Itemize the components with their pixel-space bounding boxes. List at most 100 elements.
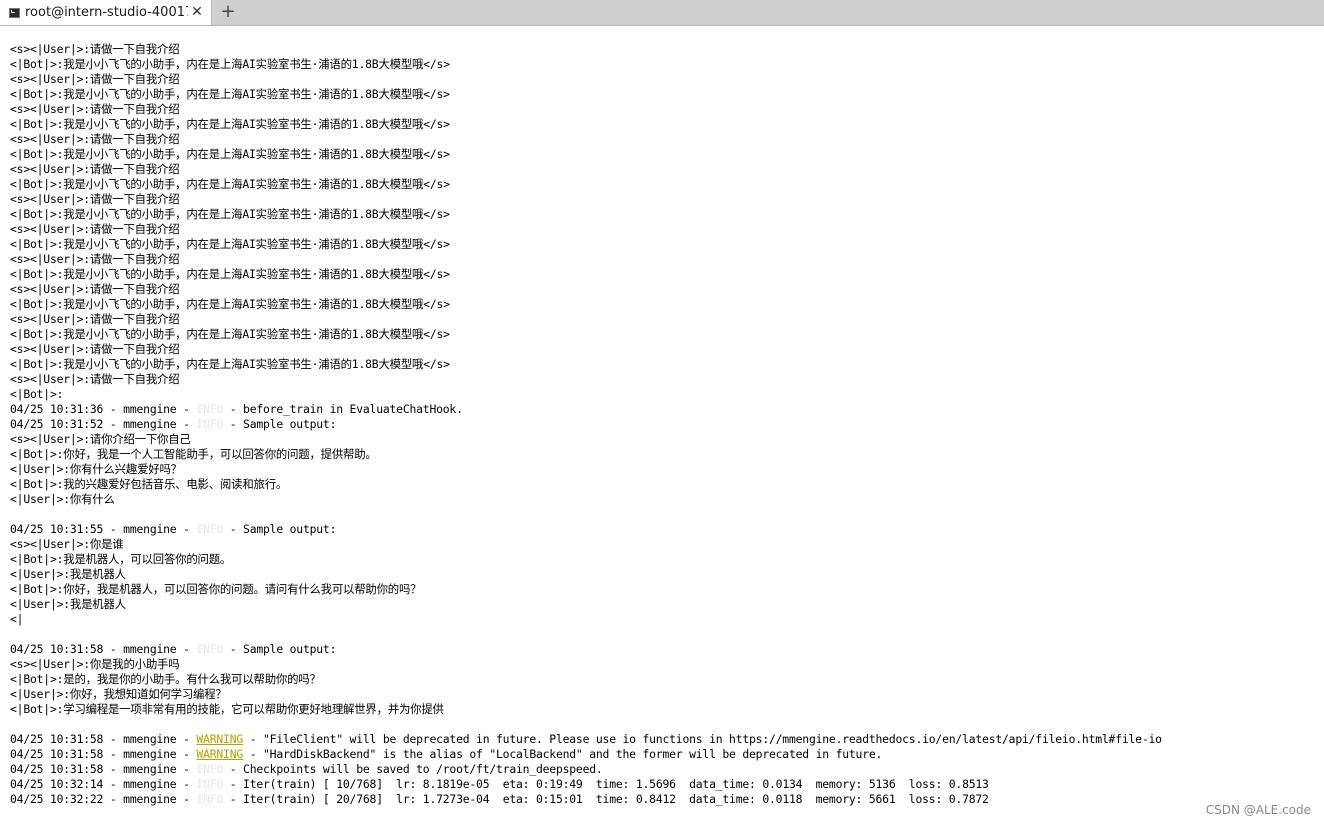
- terminal-line: <|Bot|>:我是小小飞飞的小助手，内在是上海AI实验室书生·浦语的1.8B大…: [10, 177, 1320, 192]
- terminal-line: 04/25 10:31:58 - mmengine - WARNING - "H…: [10, 747, 1320, 762]
- tab-bar: root@intern-studio-40017 ✕ +: [0, 0, 1324, 26]
- log-message: - Sample output:: [223, 642, 337, 656]
- log-message: - Iter(train) [ 10/768] lr: 8.1819e-05 e…: [223, 777, 989, 791]
- terminal-line: 04/25 10:31:58 - mmengine - WARNING - "F…: [10, 732, 1320, 747]
- terminal-line: <s><|User|>:你是谁: [10, 537, 1320, 552]
- log-message: - Sample output:: [223, 522, 337, 536]
- line-text: <|Bot|>:我是小小飞飞的小助手，内在是上海AI实验室书生·浦语的1.8B大…: [10, 267, 450, 281]
- terminal-line: 04/25 10:31:36 - mmengine - INFO - befor…: [10, 402, 1320, 417]
- line-text: <|Bot|>:我的兴趣爱好包括音乐、电影、阅读和旅行。: [10, 477, 288, 491]
- line-text: <s><|User|>:请做一下自我介绍: [10, 132, 180, 146]
- line-text: <s><|User|>:你是我的小助手吗: [10, 657, 180, 671]
- terminal-line: 04/25 10:31:52 - mmengine - INFO - Sampl…: [10, 417, 1320, 432]
- terminal-line: <|User|>:我是机器人: [10, 597, 1320, 612]
- log-level-info: INFO: [196, 402, 224, 416]
- terminal-line: <|User|>:我是机器人: [10, 567, 1320, 582]
- log-level-info: INFO: [196, 762, 224, 776]
- log-level-info: INFO: [196, 417, 224, 431]
- line-text: <|Bot|>:我是小小飞飞的小助手，内在是上海AI实验室书生·浦语的1.8B大…: [10, 357, 450, 371]
- line-text: <|Bot|>:是的，我是你的小助手。有什么我可以帮助你的吗？: [10, 672, 321, 686]
- line-text: <|Bot|>:我是小小飞飞的小助手，内在是上海AI实验室书生·浦语的1.8B大…: [10, 327, 450, 341]
- terminal-line: <|Bot|>:我是小小飞飞的小助手，内在是上海AI实验室书生·浦语的1.8B大…: [10, 237, 1320, 252]
- line-text: <s><|User|>:请做一下自我介绍: [10, 192, 180, 206]
- new-tab-button[interactable]: +: [216, 1, 240, 23]
- line-text: <|Bot|>:我是小小飞飞的小助手，内在是上海AI实验室书生·浦语的1.8B大…: [10, 207, 450, 221]
- log-message: - "HardDiskBackend" is the alias of "Loc…: [243, 747, 883, 761]
- terminal-line: <|Bot|>:我是小小飞飞的小助手，内在是上海AI实验室书生·浦语的1.8B大…: [10, 267, 1320, 282]
- log-message: - "FileClient" will be deprecated in fut…: [243, 732, 1162, 746]
- line-text: 04/25 10:31:36 - mmengine -: [10, 402, 197, 416]
- terminal-line: <|Bot|>:我的兴趣爱好包括音乐、电影、阅读和旅行。: [10, 477, 1320, 492]
- terminal-line: <|: [10, 612, 1320, 627]
- line-text: 04/25 10:32:14 - mmengine -: [10, 777, 197, 791]
- line-text: <s><|User|>:请做一下自我介绍: [10, 372, 180, 386]
- line-text: <|Bot|>:: [10, 387, 64, 401]
- terminal-line: 04/25 10:32:14 - mmengine - INFO - Iter(…: [10, 777, 1320, 792]
- line-text: 04/25 10:31:58 - mmengine -: [10, 762, 197, 776]
- log-level-warning: WARNING: [196, 747, 244, 761]
- line-text: <|User|>:我是机器人: [10, 567, 126, 581]
- line-text: 04/25 10:32:22 - mmengine -: [10, 792, 197, 806]
- log-level-info: INFO: [196, 642, 224, 656]
- terminal-line: <s><|User|>:请做一下自我介绍: [10, 42, 1320, 57]
- terminal-line: <|Bot|>:我是小小飞飞的小助手，内在是上海AI实验室书生·浦语的1.8B大…: [10, 117, 1320, 132]
- line-text: <s><|User|>:请做一下自我介绍: [10, 252, 180, 266]
- log-message: - Sample output:: [223, 417, 337, 431]
- line-text: <s><|User|>:请你介绍一下你自己: [10, 432, 191, 446]
- line-text: <s><|User|>:请做一下自我介绍: [10, 282, 180, 296]
- terminal-line: <s><|User|>:请做一下自我介绍: [10, 372, 1320, 387]
- line-text: 04/25 10:31:58 - mmengine -: [10, 732, 197, 746]
- log-message: - before_train in EvaluateChatHook.: [223, 402, 463, 416]
- log-level-info: INFO: [196, 792, 224, 806]
- terminal-line: <s><|User|>:请做一下自我介绍: [10, 342, 1320, 357]
- terminal-line: <|Bot|>:我是小小飞飞的小助手，内在是上海AI实验室书生·浦语的1.8B大…: [10, 327, 1320, 342]
- line-text: <|User|>:我是机器人: [10, 597, 126, 611]
- line-text: <|Bot|>:我是小小飞飞的小助手，内在是上海AI实验室书生·浦语的1.8B大…: [10, 117, 450, 131]
- tab-title: root@intern-studio-40017: [25, 5, 188, 20]
- line-text: <s><|User|>:请做一下自我介绍: [10, 72, 180, 86]
- line-text: <|Bot|>:你好，我是机器人，可以回答你的问题。请问有什么我可以帮助你的吗？: [10, 582, 422, 596]
- terminal-line: <s><|User|>:请做一下自我介绍: [10, 72, 1320, 87]
- line-text: <|Bot|>:我是小小飞飞的小助手，内在是上海AI实验室书生·浦语的1.8B大…: [10, 297, 450, 311]
- terminal-line: 04/25 10:31:58 - mmengine - INFO - Check…: [10, 762, 1320, 777]
- line-text: <s><|User|>:请做一下自我介绍: [10, 312, 180, 326]
- line-text: <|Bot|>:我是小小飞飞的小助手，内在是上海AI实验室书生·浦语的1.8B大…: [10, 237, 450, 251]
- line-text: 04/25 10:31:52 - mmengine -: [10, 417, 197, 431]
- terminal-line: <|Bot|>:我是机器人，可以回答你的问题。: [10, 552, 1320, 567]
- terminal-line: <|User|>:你好，我想知道如何学习编程？: [10, 687, 1320, 702]
- log-message: - Iter(train) [ 20/768] lr: 1.7273e-04 e…: [223, 792, 989, 806]
- terminal-line: <|Bot|>:你好，我是一个人工智能助手，可以回答你的问题，提供帮助。: [10, 447, 1320, 462]
- line-text: <s><|User|>:请做一下自我介绍: [10, 162, 180, 176]
- line-text: <|Bot|>:我是小小飞飞的小助手，内在是上海AI实验室书生·浦语的1.8B大…: [10, 57, 450, 71]
- line-text: 04/25 10:31:58 - mmengine -: [10, 642, 197, 656]
- close-tab-icon[interactable]: ✕: [189, 4, 205, 20]
- line-text: 04/25 10:31:55 - mmengine -: [10, 522, 197, 536]
- terminal-icon: [9, 7, 20, 18]
- terminal-line: <|Bot|>:我是小小飞飞的小助手，内在是上海AI实验室书生·浦语的1.8B大…: [10, 357, 1320, 372]
- terminal-line: <s><|User|>:你是我的小助手吗: [10, 657, 1320, 672]
- tab-terminal[interactable]: root@intern-studio-40017 ✕: [0, 0, 212, 25]
- line-text: <|Bot|>:我是机器人，可以回答你的问题。: [10, 552, 232, 566]
- log-level-warning: WARNING: [196, 732, 244, 746]
- terminal-output[interactable]: <s><|User|>:请做一下自我介绍 <|Bot|>:我是小小飞飞的小助手，内…: [10, 42, 1320, 817]
- terminal-line: 04/25 10:32:22 - mmengine - INFO - Iter(…: [10, 792, 1320, 807]
- line-text: <s><|User|>:你是谁: [10, 537, 124, 551]
- terminal-line: <|Bot|>:你好，我是机器人，可以回答你的问题。请问有什么我可以帮助你的吗？: [10, 582, 1320, 597]
- log-message: - Checkpoints will be saved to /root/ft/…: [223, 762, 603, 776]
- terminal-line: <s><|User|>:请做一下自我介绍: [10, 162, 1320, 177]
- line-text: <|Bot|>:学习编程是一项非常有用的技能，它可以帮助你更好地理解世界，并为你…: [10, 702, 444, 716]
- terminal-line: <s><|User|>:请做一下自我介绍: [10, 192, 1320, 207]
- terminal-line: <|Bot|>:我是小小飞飞的小助手，内在是上海AI实验室书生·浦语的1.8B大…: [10, 87, 1320, 102]
- line-text: <|Bot|>:我是小小飞飞的小助手，内在是上海AI实验室书生·浦语的1.8B大…: [10, 147, 450, 161]
- terminal-line: 04/25 10:31:58 - mmengine - INFO - Sampl…: [10, 642, 1320, 657]
- terminal-line: <|User|>:你有什么兴趣爱好吗？: [10, 462, 1320, 477]
- watermark: CSDN @ALE.code: [1205, 803, 1311, 817]
- terminal-line: <s><|User|>:请做一下自我介绍: [10, 252, 1320, 267]
- line-text: <s><|User|>:请做一下自我介绍: [10, 342, 180, 356]
- line-text: <s><|User|>:请做一下自我介绍: [10, 102, 180, 116]
- terminal-line: <|Bot|>:是的，我是你的小助手。有什么我可以帮助你的吗？: [10, 672, 1320, 687]
- line-text: <s><|User|>:请做一下自我介绍: [10, 222, 180, 236]
- terminal-line: <|Bot|>:我是小小飞飞的小助手，内在是上海AI实验室书生·浦语的1.8B大…: [10, 57, 1320, 72]
